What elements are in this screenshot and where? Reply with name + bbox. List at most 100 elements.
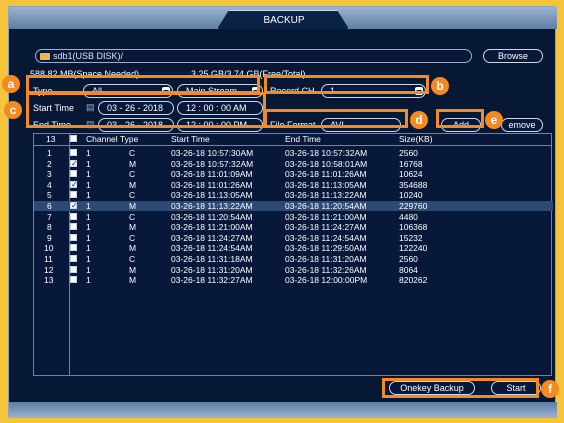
end-time-field[interactable]: 12 : 00 : 00 PM (177, 118, 263, 132)
row-index: 10 (44, 243, 54, 254)
row-start-time: 03-26-18 11:24:27AM (171, 232, 253, 243)
table-row[interactable]: 5 1 C 03-26-18 11:13:05AM 03-26-18 11:13:22A… (34, 190, 553, 200)
file-format-field[interactable]: AVI (321, 118, 401, 132)
table-row[interactable]: 7 1 C 03-26-18 11:20:54AM 03-26-18 11:21:00A… (34, 212, 553, 222)
table-row[interactable]: 11 1 C 03-26-18 11:31:18AM 03-26-18 11:31:20… (34, 254, 553, 264)
stream-select[interactable]: Main Stream (177, 84, 263, 98)
row-end-time: 03-26-18 11:13:05AM (285, 179, 367, 190)
row-start-time: 03-26-18 11:01:09AM (171, 169, 253, 180)
table-row[interactable]: 3 1 C 03-26-18 11:01:09AM 03-26-18 11:01:26A… (34, 169, 553, 179)
row-checkbox[interactable] (70, 159, 78, 168)
row-start-time: 03-26-18 11:31:18AM (171, 254, 253, 264)
file-format-label: File Format (270, 120, 316, 130)
table-row[interactable]: 10 1 M 03-26-18 11:24:54AM 03-26-18 11:29:50… (34, 243, 553, 253)
row-type: M (129, 275, 137, 286)
row-checkbox[interactable] (70, 265, 77, 273)
row-size: 354688 (399, 179, 428, 190)
row-channel: 1 (86, 169, 91, 180)
row-checkbox[interactable] (70, 233, 77, 241)
table-row[interactable]: 2 1 M 03-26-18 10:57:32AM 03-26-18 10:58:01A… (34, 159, 553, 169)
row-checkbox[interactable] (70, 170, 77, 178)
table-row[interactable]: 9 1 C 03-26-18 11:24:27AM 03-26-18 11:24:54A… (34, 233, 553, 243)
row-start-time: 03-26-18 11:21:00AM (171, 222, 253, 233)
row-type: C (129, 190, 136, 201)
table-row[interactable]: 8 1 M 03-26-18 11:21:00AM 03-26-18 11:24:27A… (34, 222, 553, 232)
row-start-time: 03-26-18 11:24:54AM (171, 243, 253, 254)
file-table[interactable]: 13 Channel Type Start Time End Time Size… (33, 133, 553, 376)
badge-e: e (485, 111, 503, 129)
browse-button[interactable]: Browse (483, 49, 543, 63)
chevron-down-icon (415, 87, 423, 95)
start-button[interactable]: Start (491, 381, 541, 395)
row-checkbox[interactable] (70, 149, 77, 156)
select-all-checkbox[interactable] (70, 135, 77, 142)
row-channel: 1 (86, 264, 91, 275)
table-row[interactable]: 4 1 M 03-26-18 11:01:26AM 03-26-18 11:13:05A… (34, 180, 553, 190)
row-checkbox[interactable] (70, 191, 77, 199)
table-row[interactable]: 6 1 M 03-26-18 11:13:22AM 03-26-18 11:20:54A… (34, 201, 553, 211)
row-channel: 1 (86, 148, 91, 158)
type-select[interactable]: All (83, 84, 173, 98)
row-checkbox[interactable] (70, 244, 77, 252)
row-index: 6 (47, 201, 52, 211)
row-type: M (129, 158, 137, 169)
row-checkbox[interactable] (70, 223, 77, 231)
row-size: 122240 (399, 243, 428, 254)
start-time-field[interactable]: 12 : 00 : 00 AM (177, 101, 263, 115)
header-end-time: End Time (285, 134, 321, 144)
add-button[interactable]: Add (441, 118, 481, 132)
header-rule (34, 145, 551, 146)
row-size: 2560 (399, 254, 418, 264)
row-type: M (129, 264, 137, 275)
row-checkbox[interactable] (70, 255, 77, 262)
backup-screen: BACKUP sdb1(USB DISK)/ Browse 588.82 MB(… (0, 0, 564, 423)
row-size: 15232 (399, 232, 423, 243)
row-end-time: 03-26-18 11:24:54AM (285, 232, 367, 243)
row-index: 1 (47, 148, 52, 158)
calendar-icon[interactable]: ▤ (86, 119, 95, 130)
row-end-time: 03-26-18 11:32:26AM (285, 264, 367, 275)
row-channel: 1 (86, 254, 91, 264)
folder-icon (40, 53, 50, 60)
start-time-label: Start Time (33, 103, 75, 113)
row-size: 8064 (399, 264, 418, 275)
row-index: 9 (47, 232, 52, 243)
row-size: 16768 (399, 158, 423, 169)
row-channel: 1 (86, 201, 91, 211)
table-row[interactable]: 12 1 M 03-26-18 11:31:20AM 03-26-18 11:32:26… (34, 265, 553, 275)
row-start-time: 03-26-18 11:13:05AM (171, 190, 253, 201)
row-checkbox[interactable] (70, 212, 77, 220)
row-checkbox[interactable] (70, 180, 78, 189)
calendar-icon[interactable]: ▤ (86, 102, 95, 113)
device-path: sdb1(USB DISK)/ (53, 51, 124, 61)
table-row[interactable]: 1 1 C 03-26-18 10:57:30AM 03-26-18 10:57:32A… (34, 148, 553, 158)
badge-f: f (541, 380, 559, 398)
header-channel-type: Channel Type (86, 134, 139, 144)
row-start-time: 03-26-18 11:13:22AM (171, 201, 253, 211)
row-start-time: 03-26-18 11:01:26AM (171, 179, 253, 190)
remove-button[interactable]: emove (501, 118, 543, 132)
free-total: 3.25 GB/3.74 GB(Free/Total) (191, 69, 306, 79)
row-index: 13 (44, 275, 54, 286)
row-type: M (129, 243, 137, 254)
title-tab: BACKUP (217, 10, 349, 29)
row-index: 3 (47, 169, 52, 180)
start-date-field[interactable]: 03 - 26 - 2018 (98, 101, 174, 115)
onekey-backup-button[interactable]: Onekey Backup (389, 381, 475, 395)
row-checkbox[interactable] (70, 201, 78, 210)
row-start-time: 03-26-18 11:20:54AM (171, 211, 253, 222)
window-title: BACKUP (263, 15, 305, 26)
record-ch-select[interactable]: 1 (321, 84, 426, 98)
row-start-time: 03-26-18 11:32:27AM (171, 275, 253, 286)
header-start-time: Start Time (171, 134, 210, 144)
badge-d: d (410, 111, 428, 129)
end-date-field[interactable]: 03 - 26 - 2018 (98, 118, 174, 132)
row-checkbox[interactable] (70, 276, 77, 284)
row-index: 11 (44, 254, 53, 264)
row-type: M (129, 201, 137, 211)
chevron-down-icon (252, 87, 260, 95)
start-time: 12 : 00 : 00 AM (186, 103, 247, 113)
row-type: M (129, 179, 137, 190)
table-row[interactable]: 13 1 M 03-26-18 11:32:27AM 03-26-18 12:00:00… (34, 275, 553, 285)
row-channel: 1 (86, 275, 91, 286)
